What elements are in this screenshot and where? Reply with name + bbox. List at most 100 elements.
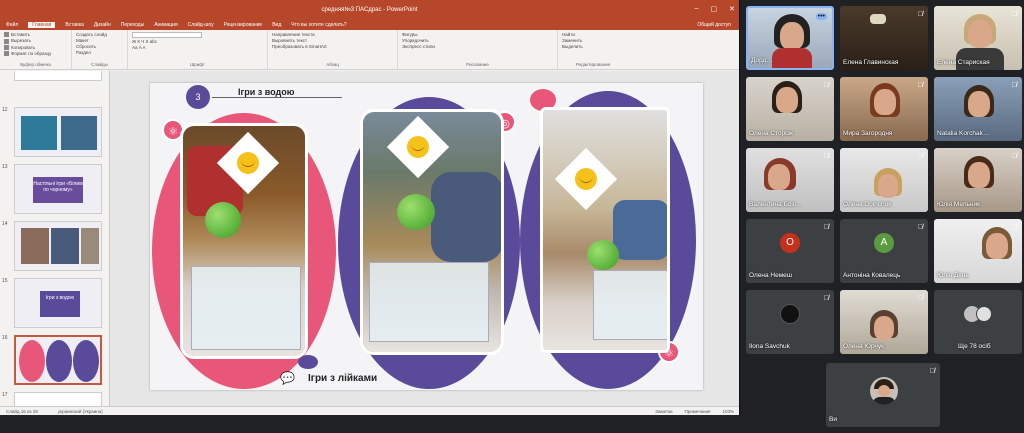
participant-tile[interactable]: 🎙̸ Юлія Мельник bbox=[934, 148, 1022, 212]
slide-thumbnail[interactable] bbox=[14, 392, 102, 406]
text-direction-button[interactable]: Направление текста bbox=[272, 32, 393, 37]
shapes-button[interactable]: Фигуры bbox=[402, 32, 553, 37]
thumbnail-title: Настільні ігри «Білим по чорному» bbox=[33, 177, 83, 203]
participant-tile[interactable]: 🎙̸ Елена Главинская bbox=[840, 6, 928, 70]
ribbon-group-editing: Найти Заменить Выделить Редактирование bbox=[558, 30, 628, 69]
cut-button[interactable]: Вырезать bbox=[4, 38, 67, 44]
participant-name: Олена Сторож bbox=[749, 130, 794, 137]
ribbon-tabs: Файл Главная Вставка Дизайн Переходы Ани… bbox=[0, 20, 739, 30]
more-participants-label: Ще 78 осіб bbox=[958, 343, 991, 350]
participant-tile[interactable]: 🎙̸ Natalia Korchak… bbox=[934, 77, 1022, 141]
mic-off-icon: 🎙̸ bbox=[917, 153, 923, 160]
font-select[interactable] bbox=[132, 32, 202, 38]
slide-thumbnail-selected[interactable] bbox=[14, 335, 102, 385]
slide-thumbnail[interactable] bbox=[14, 221, 102, 271]
tab-view[interactable]: Вид bbox=[272, 22, 281, 28]
arrange-button[interactable]: Упорядочить bbox=[402, 38, 553, 43]
new-slide-button[interactable]: Создать слайд bbox=[76, 32, 123, 37]
mic-off-icon: 🎙̸ bbox=[929, 368, 935, 375]
mic-off-icon: 🎙̸ bbox=[1011, 224, 1017, 231]
ribbon-group-font: Ж К Ч S abc Аа A A Шрифт bbox=[128, 30, 268, 69]
participant-tile[interactable]: 🎙̸ Ilona Savchuk bbox=[746, 290, 834, 354]
avatar bbox=[780, 304, 800, 324]
copy-icon bbox=[4, 44, 9, 50]
tab-review[interactable]: Рецензирование bbox=[224, 22, 263, 28]
language-indicator[interactable]: украинский (Украина) bbox=[58, 409, 103, 414]
tab-design[interactable]: Дизайн bbox=[94, 22, 111, 28]
format-painter-button[interactable]: Формат по образцу bbox=[4, 51, 67, 57]
mic-off-icon: 🎙̸ bbox=[1011, 153, 1017, 160]
tell-me-search[interactable]: Что вы хотите сделать? bbox=[291, 22, 346, 28]
participant-tile[interactable]: О 🎙̸ Олена Немеш bbox=[746, 219, 834, 283]
workspace: 12 13 Настільні ігри «Білим по чорному» … bbox=[0, 71, 739, 406]
slide-heading: Ігри з водою bbox=[238, 87, 295, 97]
replace-button[interactable]: Заменить bbox=[562, 38, 624, 43]
notes-button[interactable]: Заметки bbox=[655, 409, 672, 414]
slide-number: 12 bbox=[2, 107, 8, 113]
self-view-tile[interactable]: 🎙̸ Ви bbox=[826, 363, 940, 427]
tab-animations[interactable]: Анимация bbox=[154, 22, 177, 28]
reset-button[interactable]: Сбросить bbox=[76, 44, 123, 49]
avatar: А bbox=[874, 233, 894, 253]
photo-3 bbox=[540, 107, 670, 353]
participant-tile[interactable]: 🎙̸ Валентина Бозі… bbox=[746, 148, 834, 212]
smartart-button[interactable]: Преобразовать в SmartArt bbox=[272, 44, 393, 49]
comments-button[interactable]: Примечания bbox=[685, 409, 711, 414]
close-icon[interactable]: ✕ bbox=[729, 5, 735, 13]
brush-icon bbox=[4, 51, 9, 57]
heading-underline bbox=[212, 97, 342, 98]
current-slide[interactable]: 3 Ігри з водою ⚛ ◎ ⚛ 💬 Ігри з лійками bbox=[150, 83, 703, 390]
tab-home[interactable]: Главная bbox=[28, 22, 56, 28]
participant-name: Антоніна Ковалець bbox=[843, 272, 901, 279]
participant-name: Юлія Дяць bbox=[937, 272, 969, 279]
font-format-buttons[interactable]: Ж К Ч S abc bbox=[132, 39, 263, 44]
select-button[interactable]: Выделить bbox=[562, 44, 624, 49]
participant-name: Natalia Korchak… bbox=[937, 130, 990, 137]
group-label: Рисование bbox=[466, 62, 489, 67]
ribbon-group-drawing: Фигуры Упорядочить Экспресс-стили Рисова… bbox=[398, 30, 558, 69]
tab-file[interactable]: Файл bbox=[6, 22, 18, 28]
participant-tile[interactable]: ••• Дорд… bbox=[746, 6, 834, 70]
slide-thumbnail[interactable] bbox=[14, 107, 102, 157]
avatar bbox=[870, 377, 898, 405]
paste-icon bbox=[4, 32, 9, 38]
participant-name: Юлія Мельник bbox=[937, 201, 980, 208]
slide-thumbnail[interactable] bbox=[14, 71, 102, 81]
copy-button[interactable]: Копировать bbox=[4, 45, 67, 50]
participant-tile[interactable]: 🎙̸ Олена Сторож bbox=[746, 77, 834, 141]
mic-off-icon: 🎙̸ bbox=[917, 11, 923, 18]
slide-thumbnail[interactable]: Настільні ігри «Білим по чорному» bbox=[14, 164, 102, 214]
tab-transitions[interactable]: Переходы bbox=[121, 22, 144, 28]
tab-slideshow[interactable]: Слайд-шоу bbox=[188, 22, 214, 28]
more-participants-tile[interactable]: Ще 78 осіб bbox=[934, 290, 1022, 354]
align-text-button[interactable]: Выровнять текст bbox=[272, 38, 393, 43]
slide-thumbnail[interactable]: Ігри з водою bbox=[14, 278, 102, 328]
participant-name: Ви bbox=[829, 416, 837, 423]
tab-insert[interactable]: Вставка bbox=[65, 22, 84, 28]
maximize-icon[interactable]: ▢ bbox=[711, 5, 718, 13]
participant-name: Олена Немеш bbox=[749, 272, 793, 279]
powerpoint-window: средняя№3 ПАСдрас - PowerPoint – ▢ ✕ Фай… bbox=[0, 0, 740, 415]
font-size-buttons[interactable]: Аа A A bbox=[132, 45, 263, 50]
participant-name: Олена Doinchuk bbox=[843, 201, 892, 208]
participant-tile[interactable]: 🎙̸ Юлія Дяць bbox=[934, 219, 1022, 283]
section-button[interactable]: Раздел bbox=[76, 50, 123, 55]
status-bar: Слайд 16 из 28 украинский (Украина) Заме… bbox=[0, 406, 739, 415]
find-button[interactable]: Найти bbox=[562, 32, 624, 37]
paste-button[interactable]: Вставить bbox=[4, 32, 67, 38]
participant-tile[interactable]: 🎙̸ Олена Doinchuk bbox=[840, 148, 928, 212]
participant-tile[interactable]: А 🎙̸ Антоніна Ковалець bbox=[840, 219, 928, 283]
participant-tile[interactable]: 🎙̸ Олена Юрчук bbox=[840, 290, 928, 354]
quick-styles-button[interactable]: Экспресс-стили bbox=[402, 44, 553, 49]
title-bar: средняя№3 ПАСдрас - PowerPoint – ▢ ✕ bbox=[0, 0, 739, 20]
layout-button[interactable]: Макет bbox=[76, 38, 123, 43]
zoom-level[interactable]: 103% bbox=[722, 409, 734, 414]
avatar: О bbox=[780, 233, 800, 253]
more-options-icon[interactable]: ••• bbox=[815, 13, 827, 20]
minimize-icon[interactable]: – bbox=[695, 5, 699, 13]
participant-tile[interactable]: 🎙̸ Елена Стариская bbox=[934, 6, 1022, 70]
share-button[interactable]: Общий доступ bbox=[697, 22, 731, 28]
participant-tile[interactable]: 🎙̸ Мира Загородня bbox=[840, 77, 928, 141]
group-label: Буфер обмена bbox=[20, 62, 51, 67]
slide-counter: Слайд 16 из 28 bbox=[6, 408, 38, 414]
